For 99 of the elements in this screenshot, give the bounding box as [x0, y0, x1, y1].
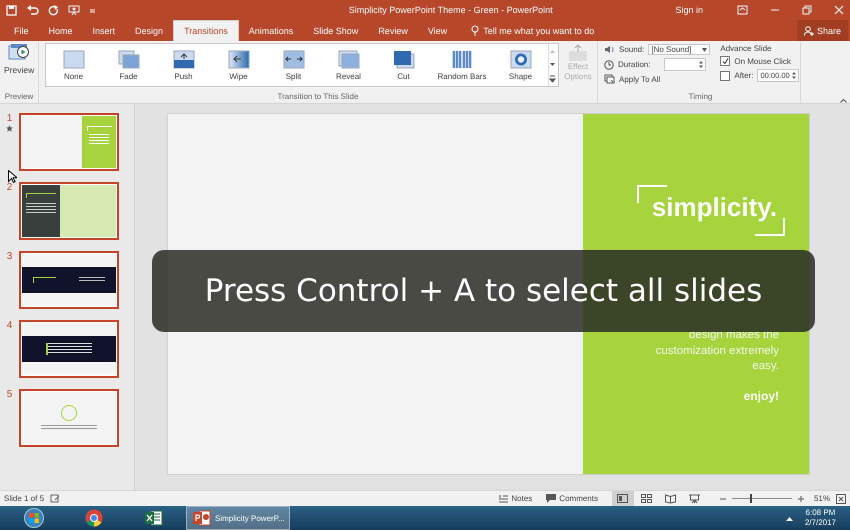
- transition-option[interactable]: Wipe: [211, 44, 266, 86]
- checkmark-icon: [722, 58, 729, 64]
- ribbon-tab[interactable]: Slide Show: [303, 20, 368, 41]
- ribbon-tab[interactable]: Review: [368, 20, 418, 41]
- apply-to-all-button[interactable]: Apply To All: [604, 74, 710, 84]
- close-icon[interactable]: [834, 5, 844, 15]
- sign-in-link[interactable]: Sign in: [675, 5, 703, 15]
- zoom-in-icon[interactable]: [798, 496, 804, 502]
- ribbon-display-icon[interactable]: [737, 5, 748, 15]
- ribbon-tab[interactable]: File: [4, 20, 39, 41]
- normal-view-icon: [617, 494, 628, 504]
- restore-icon[interactable]: [802, 5, 812, 15]
- taskbar-clock[interactable]: 6:08 PM 2/7/2017: [796, 508, 850, 528]
- preview-button[interactable]: Preview: [3, 43, 36, 75]
- slide-number: 4: [6, 320, 12, 331]
- clock-icon: [604, 60, 614, 70]
- fit-slide-icon[interactable]: [836, 494, 846, 504]
- ribbon-tab[interactable]: View: [418, 20, 458, 41]
- slide-thumbnail[interactable]: [19, 251, 119, 309]
- cursor-icon: [8, 170, 17, 183]
- duration-field[interactable]: [664, 58, 706, 71]
- comment-icon: [546, 494, 556, 503]
- slide-thumbnail[interactable]: [19, 320, 119, 378]
- transition-option[interactable]: Shape: [493, 44, 548, 86]
- transition-option[interactable]: Split: [266, 44, 321, 86]
- transition-option[interactable]: Push: [156, 44, 211, 86]
- transition-thumbnail-icon: [228, 50, 250, 68]
- group-label: Timing: [688, 92, 714, 103]
- ribbon-tab[interactable]: Transitions: [173, 20, 239, 41]
- slide-number: 5: [6, 389, 12, 400]
- caption-overlay: Press Control + A to select all slides: [152, 250, 815, 332]
- advance-slide-heading: Advance Slide: [720, 44, 773, 53]
- slide-number: 3: [6, 251, 12, 262]
- browser-icon: [85, 509, 103, 527]
- comments-button[interactable]: Comments: [542, 494, 602, 503]
- slides-icon: [604, 74, 615, 84]
- proofing-icon[interactable]: [50, 494, 60, 503]
- spreadsheet-app-icon: [145, 510, 163, 526]
- slideshow-icon: [689, 494, 700, 504]
- slide-thumbnail[interactable]: [19, 389, 119, 447]
- group-label: Preview: [4, 92, 34, 103]
- taskbar-button[interactable]: Simplicity PowerP...: [186, 506, 290, 530]
- transition-thumbnail-icon: [282, 50, 304, 68]
- ribbon-tab[interactable]: Insert: [82, 20, 126, 41]
- undo-icon[interactable]: [26, 4, 39, 16]
- window-title: Simplicity PowerPoint Theme - Green - PowerPoint: [348, 5, 554, 15]
- transition-thumbnail-icon: [118, 50, 140, 68]
- speaker-icon: [604, 45, 615, 54]
- transition-option[interactable]: Random Bars: [431, 44, 493, 86]
- ribbon-tab[interactable]: Home: [38, 20, 83, 41]
- slide-title: simplicity.: [652, 192, 777, 222]
- slide-text: easy.: [752, 359, 779, 374]
- transition-option[interactable]: Fade: [101, 44, 156, 86]
- slide-text: customization extremely: [656, 344, 779, 358]
- transition-option[interactable]: Cut: [376, 44, 431, 86]
- ribbon-tab[interactable]: Design: [125, 20, 174, 41]
- reading-view-icon: [665, 494, 676, 504]
- slide-number: 1: [6, 113, 12, 124]
- spinner-icon: [699, 60, 704, 69]
- zoom-out-icon[interactable]: [720, 496, 726, 502]
- slide-text: enjoy!: [744, 388, 779, 404]
- transition-thumbnail-icon: [338, 50, 360, 68]
- lightbulb-icon: [471, 25, 480, 36]
- zoom-percent[interactable]: 51%: [814, 494, 830, 503]
- slide-thumbnail[interactable]: [19, 113, 119, 171]
- slide-sorter-icon: [641, 494, 652, 504]
- notes-icon: [499, 494, 508, 502]
- caret-icon: [702, 48, 708, 52]
- ribbon-tab[interactable]: Animations: [238, 20, 304, 41]
- transition-thumbnail-icon: [451, 50, 473, 68]
- slide-number: 2: [6, 182, 12, 193]
- sound-label: Sound:: [619, 45, 644, 54]
- star-icon: [6, 125, 13, 132]
- transition-thumbnail-icon: [62, 50, 84, 68]
- person-icon: [804, 26, 814, 36]
- transition-option[interactable]: None: [46, 44, 101, 86]
- transition-thumbnail-icon: [172, 50, 194, 68]
- share-button[interactable]: Share: [796, 20, 848, 41]
- transition-option[interactable]: Reveal: [321, 44, 376, 86]
- group-label: Transition to This Slide: [276, 92, 360, 103]
- collapse-ribbon-icon[interactable]: [840, 98, 847, 103]
- spinner-icon: [792, 71, 796, 80]
- duration-label: Duration:: [618, 60, 650, 69]
- slide-thumbnail[interactable]: [19, 182, 119, 240]
- save-icon[interactable]: [6, 4, 17, 16]
- presentation-app-icon: [193, 510, 211, 526]
- start-icon: [24, 508, 44, 528]
- notes-button[interactable]: Notes: [495, 494, 536, 503]
- transition-thumbnail-icon: [510, 50, 532, 68]
- slide-count: Slide 1 of 5: [4, 494, 44, 503]
- show-hidden-icons[interactable]: [786, 516, 793, 520]
- transition-thumbnail-icon: [392, 50, 414, 68]
- view-button[interactable]: [612, 491, 634, 506]
- checkbox[interactable]: After:: [720, 70, 754, 80]
- tell-me-field[interactable]: Tell me what you want to do: [483, 26, 594, 36]
- presentation-icon[interactable]: [68, 4, 80, 16]
- checkbox[interactable]: On Mouse Click: [720, 56, 800, 66]
- redo-icon[interactable]: [48, 4, 59, 16]
- sound-dropdown[interactable]: [No Sound]: [648, 44, 710, 55]
